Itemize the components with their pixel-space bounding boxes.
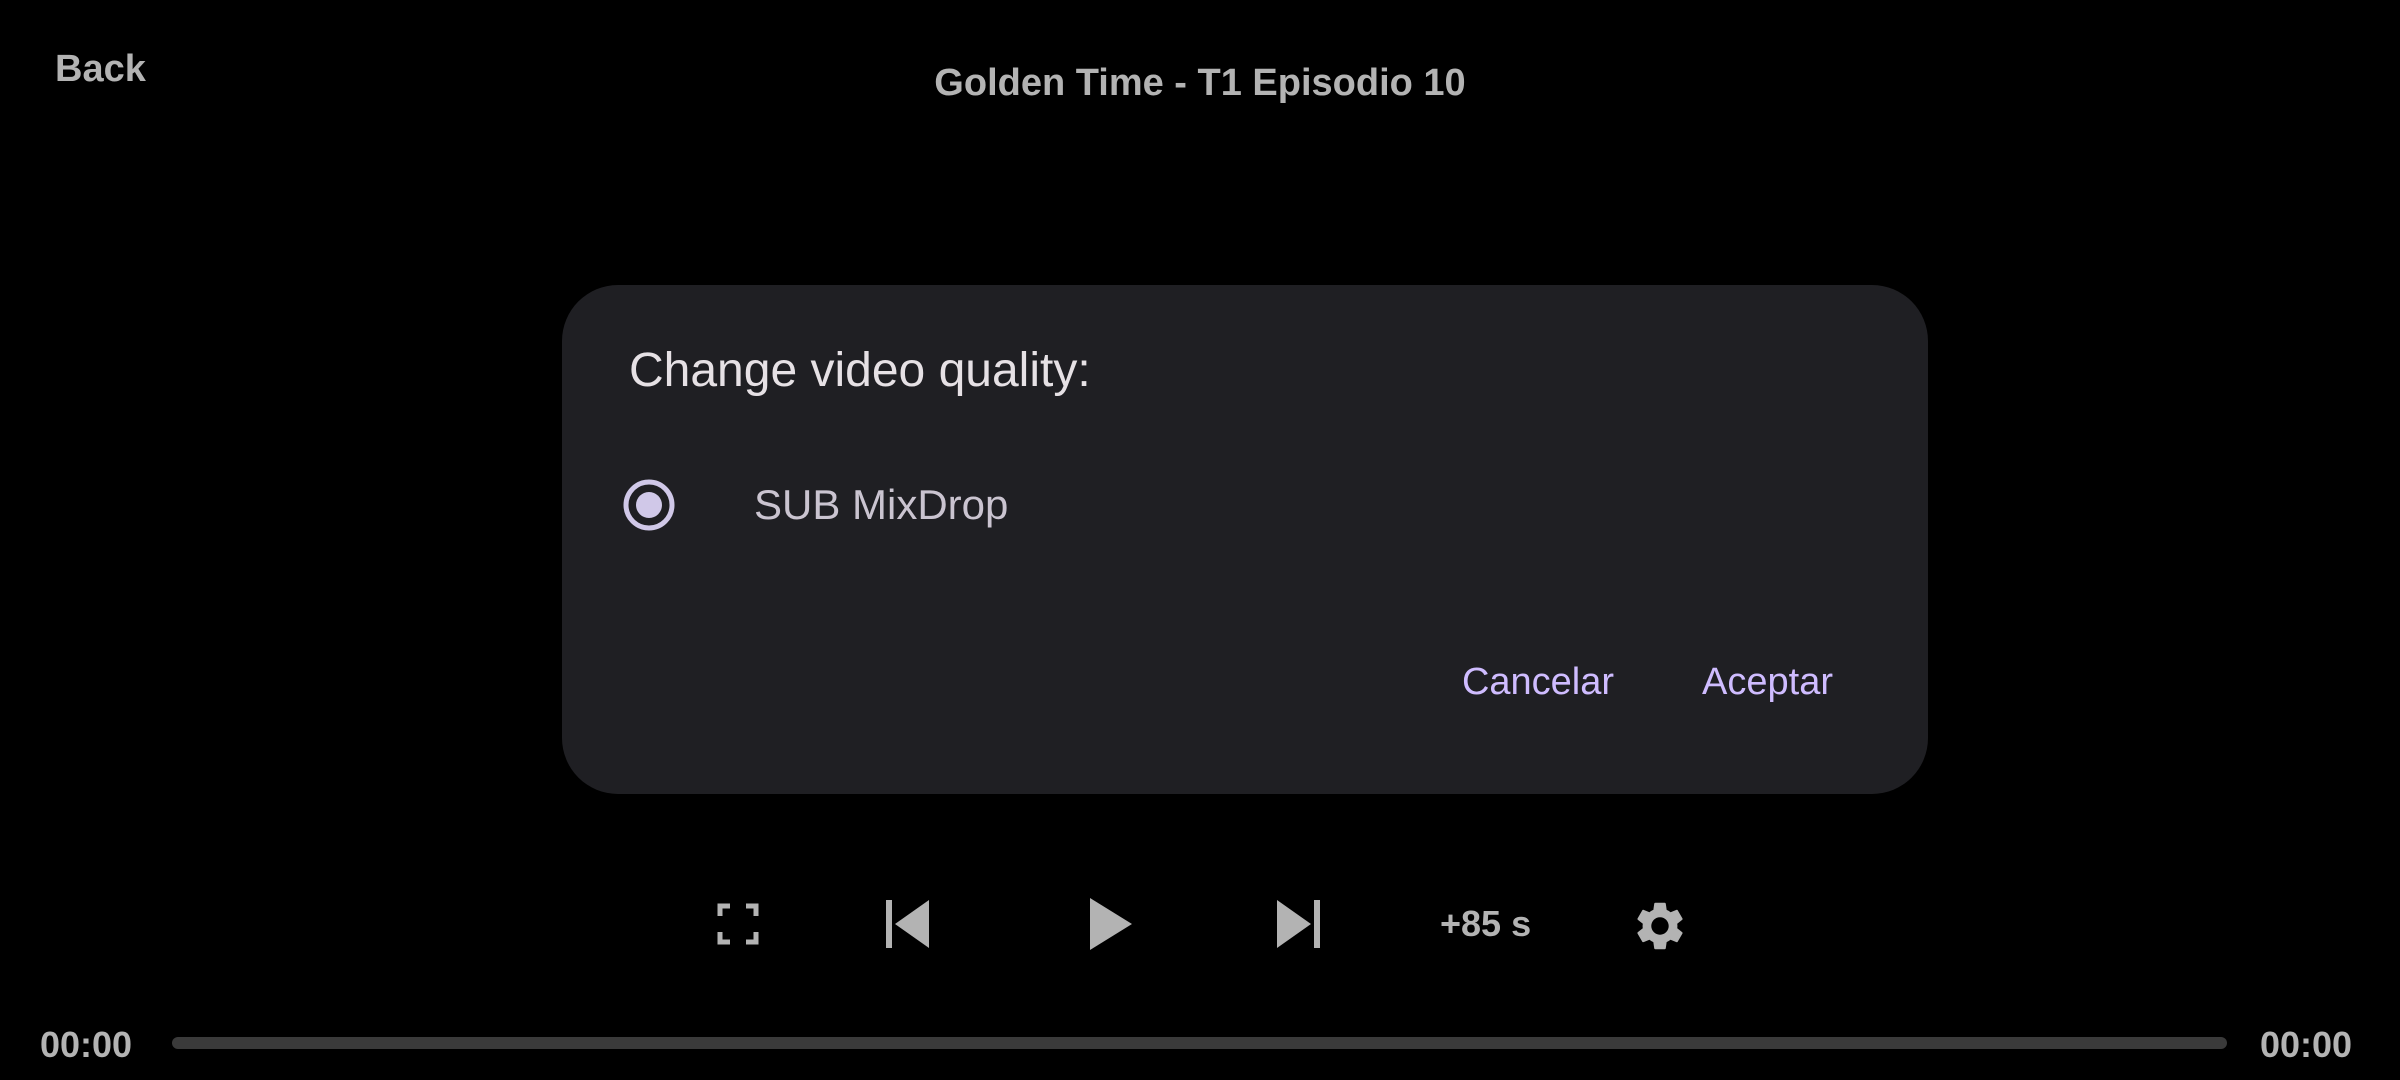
skip-previous-icon[interactable] [880,896,936,952]
play-icon[interactable] [1080,894,1140,954]
dialog-title: Change video quality: [629,344,1091,397]
skip-forward-label: +85 s [1440,903,1532,944]
dialog-actions: Cancelar Aceptar [1462,661,1833,704]
quality-option-sub-mixdrop[interactable]: SUB MixDrop [622,455,1862,555]
quality-option-label: SUB MixDrop [754,481,1009,528]
accept-button[interactable]: Aceptar [1702,661,1833,704]
fullscreen-icon[interactable] [712,898,764,950]
total-time: 00:00 [2260,1024,2353,1065]
video-player-screen: Back Golden Time - T1 Episodio 10 Change… [0,0,2400,1080]
current-time: 00:00 [40,1024,133,1065]
skip-next-icon[interactable] [1270,896,1326,952]
skip-forward-button[interactable]: +85 s [1440,900,1531,948]
seek-bar[interactable] [172,1037,2227,1049]
video-title: Golden Time - T1 Episodio 10 [934,62,1466,104]
settings-icon[interactable] [1630,896,1690,956]
playback-controls: +85 s [0,890,2400,960]
radio-selected-icon[interactable] [622,478,676,532]
cancel-button[interactable]: Cancelar [1462,661,1614,704]
quality-dialog: Change video quality: SUB MixDrop Cancel… [562,285,1928,794]
